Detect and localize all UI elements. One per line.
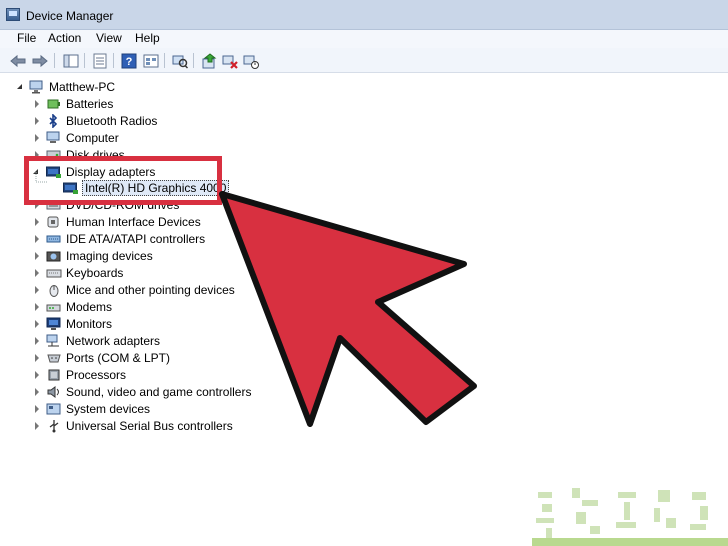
toolbar-separator: [193, 53, 194, 68]
menu-file[interactable]: File: [14, 31, 39, 45]
system-icon: [46, 402, 62, 416]
tree-item-label: IDE ATA/ATAPI controllers: [66, 232, 206, 246]
monitor-icon: [46, 317, 62, 331]
port-icon: [46, 351, 62, 365]
tree-item-label: Bluetooth Radios: [66, 114, 158, 128]
expand-icon[interactable]: [35, 117, 39, 125]
ide-icon: [46, 232, 62, 246]
pointer-arrow-icon: [219, 191, 477, 427]
toolbar-separator: [84, 53, 85, 68]
sound-icon: [46, 385, 62, 399]
show-hide-tree-icon[interactable]: [62, 52, 79, 69]
tree-item-batteries[interactable]: Batteries: [34, 96, 284, 113]
keyboard-icon: [46, 266, 62, 280]
processor-icon: [46, 368, 62, 382]
menu-bar: File Action View Help: [0, 30, 728, 48]
tree-item-label: System devices: [66, 402, 151, 416]
tree-item-computer[interactable]: Computer: [34, 130, 284, 147]
mouse-icon: [46, 283, 62, 297]
network-icon: [46, 334, 62, 348]
modem-icon: [46, 300, 62, 314]
camera-icon: [46, 249, 62, 263]
expand-icon[interactable]: [35, 252, 39, 260]
view-icon[interactable]: [142, 52, 159, 69]
toolbar-separator: [54, 53, 55, 68]
toolbar-separator: [113, 53, 114, 68]
toolbar-separator: [164, 53, 165, 68]
menu-view[interactable]: View: [93, 31, 125, 45]
menu-help[interactable]: Help: [132, 31, 163, 45]
expand-icon[interactable]: [35, 286, 39, 294]
expand-icon[interactable]: [35, 371, 39, 379]
back-icon[interactable]: [9, 52, 26, 69]
usb-icon: [46, 419, 62, 433]
uninstall-icon[interactable]: [221, 52, 238, 69]
expand-icon[interactable]: [35, 337, 39, 345]
expand-icon[interactable]: [35, 269, 39, 277]
tree-item-bluetooth-radios[interactable]: Bluetooth Radios: [34, 113, 284, 130]
tree-item-label: Keyboards: [66, 266, 124, 280]
toolbar: ?: [0, 48, 728, 73]
device-manager-window: Device Manager File Action View Help ? M…: [0, 0, 728, 546]
window-title: Device Manager: [26, 9, 114, 23]
battery-icon: [46, 97, 62, 111]
tree-item-label: Processors: [66, 368, 127, 382]
tree-item-label: Imaging devices: [66, 249, 153, 263]
help-icon[interactable]: ?: [120, 52, 137, 69]
tree-item-label: Network adapters: [66, 334, 161, 348]
computer-icon: [29, 80, 45, 94]
hid-icon: [46, 215, 62, 229]
tree-item-label: Universal Serial Bus controllers: [66, 419, 233, 433]
expand-icon[interactable]: [35, 303, 39, 311]
computer-icon: [46, 131, 62, 145]
expand-icon[interactable]: [35, 405, 39, 413]
collapse-icon[interactable]: [17, 84, 22, 89]
root-label: Matthew-PC: [49, 80, 116, 94]
expand-icon[interactable]: [35, 235, 39, 243]
expand-icon[interactable]: [35, 388, 39, 396]
menu-action[interactable]: Action: [45, 31, 84, 45]
svg-text:?: ?: [125, 56, 132, 68]
scan-hardware-icon[interactable]: [171, 52, 188, 69]
tree-root[interactable]: Matthew-PC: [14, 79, 154, 96]
device-manager-icon: [6, 8, 20, 21]
tree-item-label: Ports (COM & LPT): [66, 351, 171, 365]
update-driver-icon[interactable]: [200, 52, 217, 69]
bluetooth-icon: [46, 113, 62, 129]
forward-icon[interactable]: [31, 52, 48, 69]
expand-icon[interactable]: [35, 134, 39, 142]
expand-icon[interactable]: [35, 218, 39, 226]
tree-item-label: Batteries: [66, 97, 114, 111]
expand-icon[interactable]: [35, 100, 39, 108]
highlight-box: [24, 156, 222, 205]
properties-icon[interactable]: [91, 52, 108, 69]
tree-item-label: Human Interface Devices: [66, 215, 201, 229]
expand-icon[interactable]: [35, 320, 39, 328]
expand-icon[interactable]: [35, 422, 39, 430]
expand-icon[interactable]: [35, 354, 39, 362]
tree-item-label: Monitors: [66, 317, 113, 331]
tree-item-label: Modems: [66, 300, 113, 314]
watermark-logo: [532, 482, 728, 546]
tree-item-label: Computer: [66, 131, 119, 145]
disable-icon[interactable]: [242, 52, 259, 69]
title-bar: Device Manager: [0, 0, 728, 30]
